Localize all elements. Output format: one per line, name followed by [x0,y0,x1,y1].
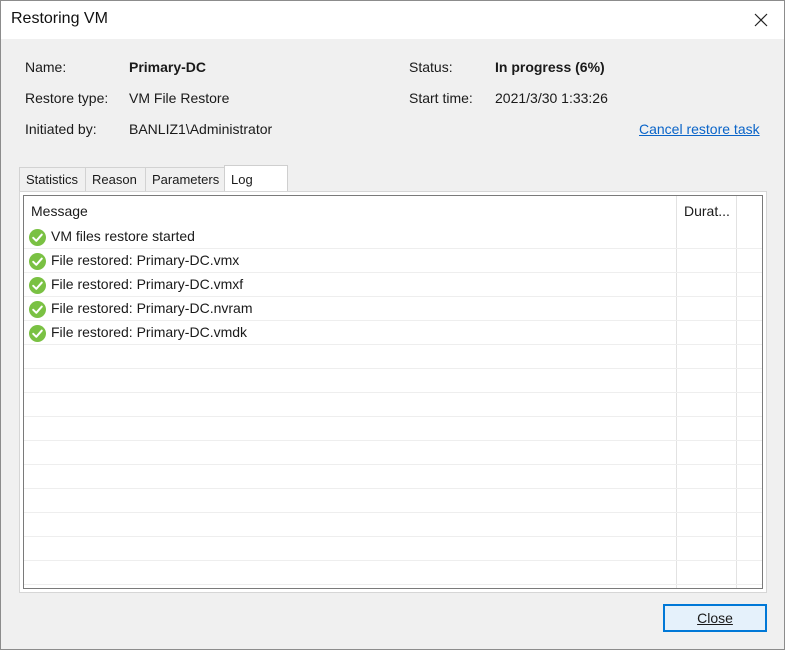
table-row[interactable] [24,489,762,513]
initiated-by-label: Initiated by: [25,121,97,137]
table-row[interactable] [24,393,762,417]
title-bar: Restoring VM [1,1,784,39]
table-row[interactable] [24,561,762,585]
start-time-value: 2021/3/30 1:33:26 [495,90,608,106]
table-row[interactable] [24,417,762,441]
log-message: File restored: Primary-DC.vmxf [51,276,244,292]
success-check-icon [29,301,46,318]
window-title: Restoring VM [11,10,108,27]
log-message: File restored: Primary-DC.nvram [51,300,253,316]
table-row[interactable] [24,345,762,369]
window-close-button[interactable] [738,1,784,39]
status-label: Status: [409,59,453,75]
name-label: Name: [25,59,67,75]
initiated-by-value: BANLIZ1\Administrator [129,121,273,137]
tab-parameters[interactable]: Parameters [145,167,225,191]
status-value: In progress (6%) [495,59,605,75]
tab-reason[interactable]: Reason [85,167,146,191]
tab-statistics[interactable]: Statistics [19,167,86,191]
success-check-icon [29,325,46,342]
restoring-vm-dialog: Restoring VM Name: Primary-DC Restore ty… [0,0,785,650]
table-row[interactable] [24,537,762,561]
table-row[interactable]: File restored: Primary-DC.vmx [24,249,762,273]
success-check-icon [29,253,46,270]
log-grid[interactable]: Message Durat... VM files restore starte… [23,195,763,589]
table-row[interactable] [24,369,762,393]
success-check-icon [29,229,46,246]
tab-log[interactable]: Log [224,165,288,193]
table-row[interactable]: File restored: Primary-DC.nvram [24,297,762,321]
table-row[interactable]: File restored: Primary-DC.vmxf [24,273,762,297]
table-row[interactable]: VM files restore started [24,225,762,249]
column-header-duration[interactable]: Durat... [684,203,730,219]
success-check-icon [29,277,46,294]
log-message: File restored: Primary-DC.vmdk [51,324,248,340]
log-tab-panel: Message Durat... VM files restore starte… [19,191,767,593]
start-time-label: Start time: [409,90,473,106]
log-message: File restored: Primary-DC.vmx [51,252,240,268]
cancel-restore-task-link[interactable]: Cancel restore task [639,121,760,137]
table-row[interactable] [24,441,762,465]
table-row[interactable]: File restored: Primary-DC.vmdk [24,321,762,345]
name-value: Primary-DC [129,59,207,75]
table-row[interactable] [24,465,762,489]
restore-type-value: VM File Restore [129,90,230,106]
restore-type-label: Restore type: [25,90,109,106]
log-message: VM files restore started [51,228,195,244]
close-button[interactable]: Close [663,604,767,632]
table-row[interactable] [24,513,762,537]
column-header-message[interactable]: Message [31,203,88,219]
close-icon [754,13,768,27]
